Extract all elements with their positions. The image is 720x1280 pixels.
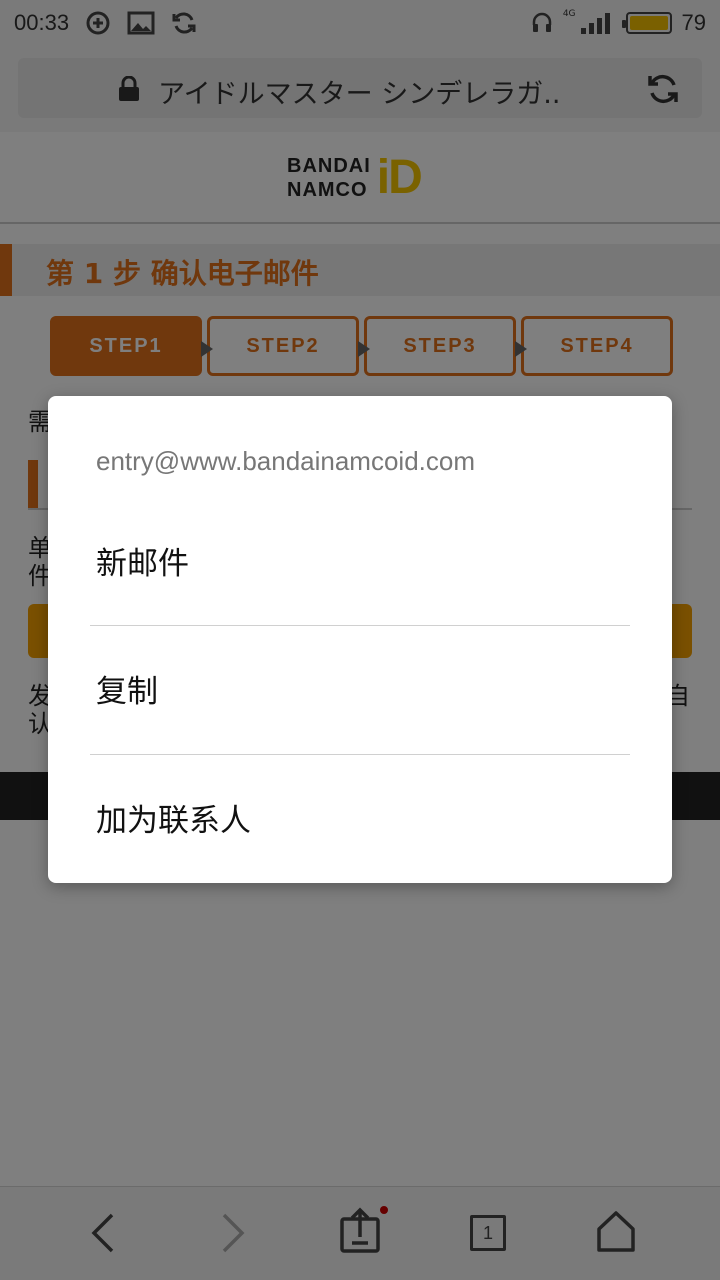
menu-item-label: 复制 <box>96 674 158 710</box>
menu-item-new-mail[interactable]: 新邮件 <box>48 498 672 626</box>
menu-item-label: 新邮件 <box>96 546 189 582</box>
menu-item-add-contact[interactable]: 加为联系人 <box>48 755 672 883</box>
email-context-menu: entry@www.bandainamcoid.com 新邮件 复制 加为联系人 <box>48 396 672 883</box>
menu-item-label: 加为联系人 <box>96 803 251 839</box>
dialog-email-header: entry@www.bandainamcoid.com <box>96 446 476 476</box>
step-arrow-icon <box>201 341 213 357</box>
menu-item-copy[interactable]: 复制 <box>48 626 672 754</box>
step-arrow-icon <box>515 341 527 357</box>
step-arrow-icon <box>358 341 370 357</box>
